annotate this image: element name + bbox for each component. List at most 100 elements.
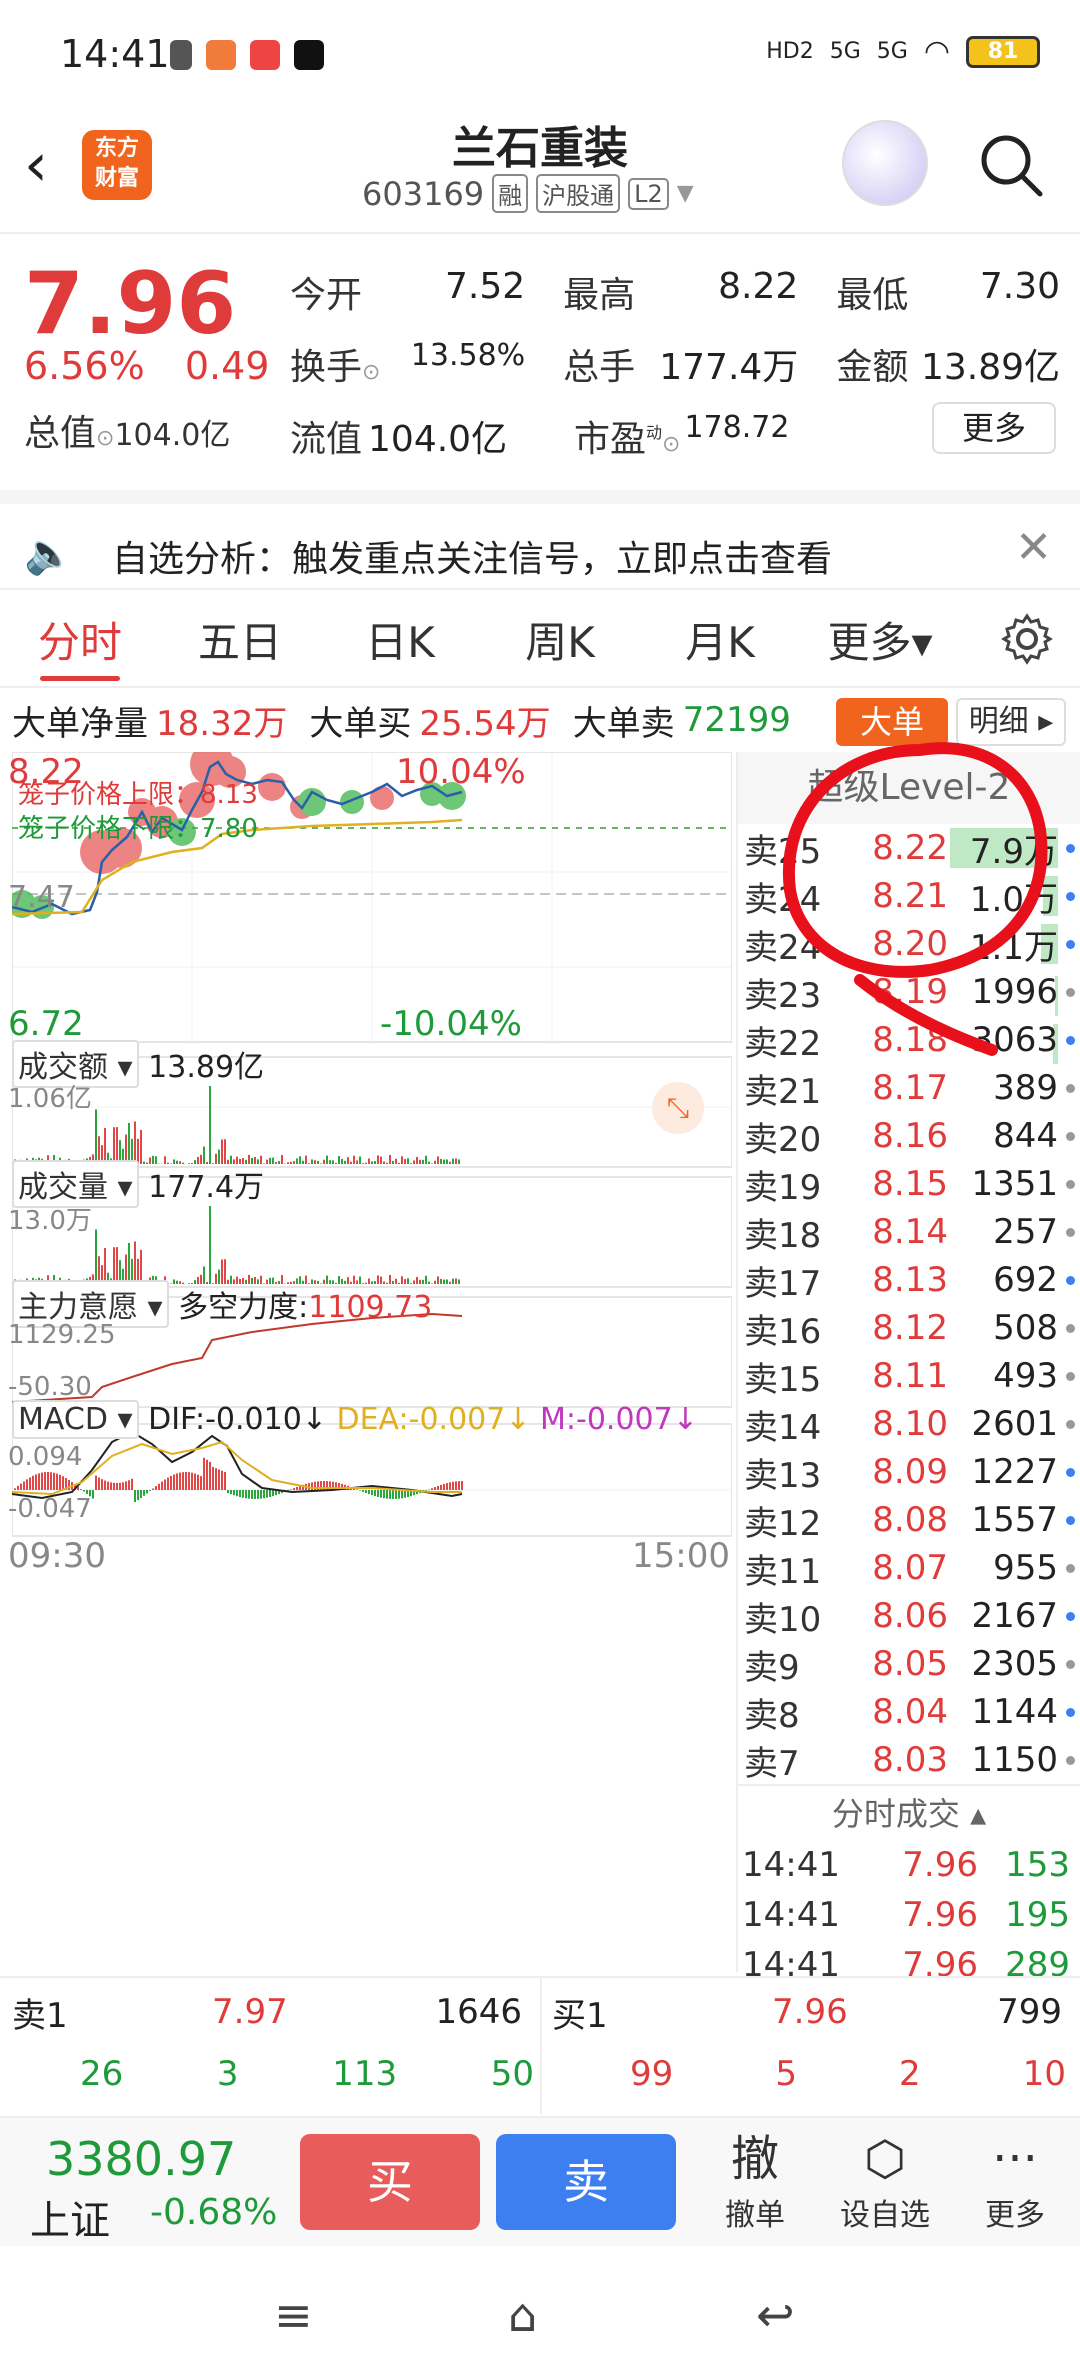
sell1-price: 7.97 [212, 1992, 288, 2032]
bar [425, 1155, 427, 1164]
macd-bar [176, 1473, 178, 1490]
bar [323, 1159, 325, 1164]
ask-row[interactable]: 卖11 8.07 955 [738, 1544, 1080, 1592]
gear-icon[interactable] [1000, 612, 1054, 666]
ask-row[interactable]: 卖14 8.10 2601 [738, 1400, 1080, 1448]
macd-bar [209, 1461, 211, 1490]
tab-intraday[interactable]: 分时 [0, 609, 160, 670]
notice-text[interactable]: 自选分析：触发重点关注信号，立即点击查看 [112, 530, 832, 582]
macd-bar [374, 1490, 376, 1497]
close-icon[interactable]: ✕ [1015, 522, 1052, 573]
price-bottom: 6.72 [8, 1004, 84, 1044]
bar [440, 1158, 442, 1164]
index-name[interactable]: 上证 [30, 2188, 110, 2246]
ask-row[interactable]: 卖18 8.14 257 [738, 1208, 1080, 1256]
bar [275, 1162, 277, 1164]
buy1-row[interactable]: 买1 7.96 799 [552, 1982, 1072, 2042]
ask-row[interactable]: 卖8 8.04 1144 [738, 1688, 1080, 1736]
tab-daily-k[interactable]: 日K [320, 609, 480, 670]
status-dot-icon [1066, 1707, 1075, 1717]
quote-more-button[interactable]: 更多 [932, 402, 1056, 454]
sell1-row[interactable]: 卖1 7.97 1646 [12, 1982, 532, 2042]
app-notification-icon [170, 40, 192, 70]
ticks-header[interactable]: 分时成交 ▴ [738, 1784, 1080, 1840]
ask-price: 8.08 [872, 1500, 948, 1540]
ask-row[interactable]: 卖13 8.09 1227 [738, 1448, 1080, 1496]
l2-tag: L2 [628, 177, 669, 210]
bar [209, 1206, 211, 1284]
cancel-icon: 撤 [730, 2131, 779, 2187]
ask-qty: 257 [993, 1212, 1058, 1252]
bar [308, 1163, 310, 1164]
macd-bar [446, 1483, 448, 1490]
intraday-chart[interactable]: 8.22 10.04% 笼子价格上限：8.13 笼子价格下限：7.80 7.47… [8, 742, 733, 1972]
tab-five-day[interactable]: 五日 [160, 609, 320, 670]
ask-row[interactable]: 卖19 8.15 1351 [738, 1160, 1080, 1208]
assistant-avatar-icon[interactable] [842, 120, 928, 206]
tab-more[interactable]: 更多▾ [800, 609, 960, 670]
last-price: 7.96 [24, 254, 237, 354]
sell1-qty: 1646 [435, 1992, 522, 2032]
menu-icon[interactable]: ≡ [274, 2288, 313, 2342]
bar [134, 1241, 136, 1284]
macd-header: MACD ▾ DIF:-0.010↓ DEA:-0.007↓ M:-0.007↓ [12, 1400, 698, 1439]
macd-dropdown[interactable]: MACD ▾ [12, 1400, 139, 1439]
macd-bar [32, 1475, 34, 1490]
bar [377, 1155, 379, 1164]
buy-button[interactable]: 买 [300, 2134, 480, 2230]
macd-bar [80, 1489, 82, 1490]
active-tab-indicator [40, 676, 120, 681]
macd-bar [104, 1480, 106, 1490]
ask-row[interactable]: 卖17 8.13 692 [738, 1256, 1080, 1304]
ask-row[interactable]: 卖12 8.08 1557 [738, 1496, 1080, 1544]
add-watchlist-button[interactable]: ⬡ 设自选 [830, 2128, 940, 2234]
ask-row[interactable]: 卖7 8.03 1150 [738, 1736, 1080, 1784]
dif-value: DIF:-0.010↓ [148, 1402, 327, 1437]
macd-bar [38, 1473, 40, 1490]
ask-row[interactable]: 卖16 8.12 508 [738, 1304, 1080, 1352]
more-button[interactable]: ··· 更多 [960, 2128, 1070, 2234]
home-icon[interactable]: ⌂ [508, 2288, 537, 2342]
low-value: 7.30 [979, 266, 1060, 307]
more-label: 更多 [985, 2198, 1045, 2233]
bar [446, 1159, 448, 1164]
macd-bar [29, 1477, 31, 1490]
ask-qty: 508 [993, 1308, 1058, 1348]
macd-bar [41, 1472, 43, 1490]
info-icon[interactable]: ⊙ [96, 426, 114, 451]
ask-row[interactable]: 卖15 8.11 493 [738, 1352, 1080, 1400]
cancel-order-button[interactable]: 撤 撤单 [700, 2128, 810, 2234]
sell1-split-item: 50 [490, 2054, 534, 2094]
notice-banner[interactable]: 🔈 自选分析：触发重点关注信号，立即点击查看 ✕ [0, 490, 1080, 590]
divider [540, 1978, 542, 2114]
macd-bar [401, 1490, 403, 1499]
back-nav-icon[interactable]: ↩ [756, 2288, 795, 2342]
ask-row[interactable]: 卖20 8.16 844 [738, 1112, 1080, 1160]
bar [299, 1156, 301, 1164]
app-notification-icon [206, 40, 236, 70]
bar [134, 1121, 136, 1164]
macd-bar [200, 1476, 202, 1490]
tick-price: 7.96 [902, 1895, 978, 1935]
battery-icon: 81 [966, 35, 1040, 68]
macd-bar [365, 1490, 367, 1493]
bar [209, 1086, 211, 1164]
tab-monthly-k[interactable]: 月K [640, 609, 800, 670]
macd-bar [254, 1490, 256, 1499]
macd-bar [95, 1475, 97, 1490]
index-value[interactable]: 3380.97 [46, 2132, 236, 2186]
macd-bar [50, 1472, 52, 1490]
ask-price: 8.09 [872, 1452, 948, 1492]
ask-row[interactable]: 卖9 8.05 2305 [738, 1640, 1080, 1688]
macd-bar [20, 1483, 22, 1490]
chevron-down-icon[interactable]: ▼ [677, 181, 694, 206]
cancel-label: 撤单 [725, 2198, 785, 2233]
macd-bar [23, 1481, 25, 1490]
ask-row[interactable]: 卖10 8.06 2167 [738, 1592, 1080, 1640]
expand-icon[interactable]: ⤡ [652, 1082, 704, 1134]
tiktok-icon [294, 40, 324, 70]
tab-weekly-k[interactable]: 周K [480, 609, 640, 670]
macd-bar [158, 1483, 160, 1490]
sell-button[interactable]: 卖 [496, 2134, 676, 2230]
search-icon[interactable] [976, 130, 1046, 200]
